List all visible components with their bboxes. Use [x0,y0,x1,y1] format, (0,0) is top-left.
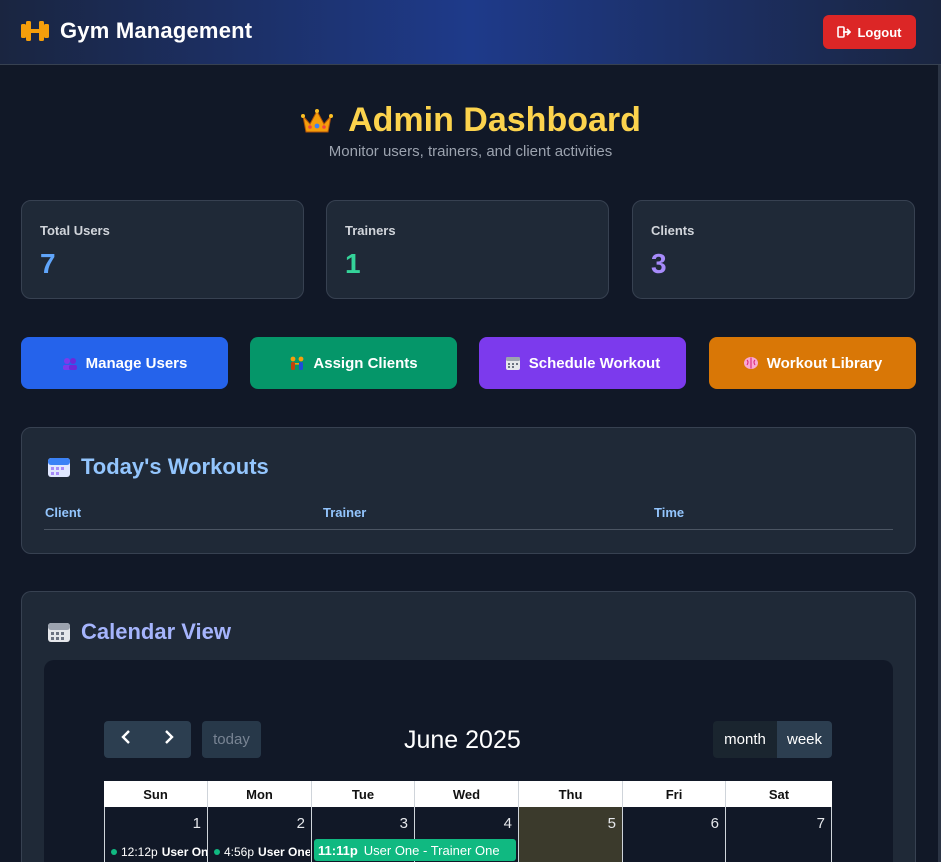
next-month-button[interactable] [147,721,190,758]
assign-clients-button[interactable]: Assign Clients [250,337,457,389]
calendar-icon [47,456,71,478]
stat-value: 1 [345,248,361,279]
stat-card-total-users: Total Users 7 [21,200,304,299]
stat-value: 7 [40,248,56,279]
crown-icon [300,106,334,136]
event-title: User One [258,845,310,859]
prev-month-button[interactable] [104,721,147,758]
people-icon [289,356,305,370]
calendar-panel: Calendar View today June 2025 month week… [21,591,916,862]
day-number: 2 [296,815,305,832]
weekday-header: Thu [519,781,623,807]
calendar-event[interactable]: 12:12p User One [111,845,207,859]
calendar-title-text: Calendar View [81,619,231,644]
schedule-workout-label: Schedule Workout [528,354,661,372]
chevron-left-icon [120,729,132,750]
event-dot-icon [111,849,117,855]
workout-library-button[interactable]: Workout Library [709,337,916,389]
day-number: 7 [816,815,825,832]
day-number: 4 [503,815,512,832]
calendar-icon [505,356,521,370]
chevron-right-icon [163,729,175,750]
page-title: Admin Dashboard [0,101,941,140]
page-subtitle: Monitor users, trainers, and client acti… [328,143,613,160]
stat-label: Clients [651,223,695,238]
month-view-button[interactable]: month [713,721,777,758]
schedule-workout-button[interactable]: Schedule Workout [479,337,686,389]
calendar-title: Calendar View [47,619,231,645]
users-icon [62,356,78,370]
manage-users-label: Manage Users [85,354,188,372]
week-view-button[interactable]: week [777,721,832,758]
calendar-event[interactable]: 4:56p User One [214,845,310,859]
logout-label: Logout [857,24,902,40]
weekday-header: Tue [312,781,415,807]
event-title: User One [161,845,207,859]
weekday-header: Fri [623,781,726,807]
day-cell[interactable]: 2 4:56p User One [208,807,312,862]
calendar-icon [47,621,71,643]
stat-card-clients: Clients 3 [632,200,915,299]
top-navbar: Gym Management Logout [0,0,941,65]
day-number: 3 [399,815,408,832]
dumbbell-icon [20,18,50,44]
page-title-text: Admin Dashboard [348,101,641,139]
day-number: 1 [192,815,201,832]
day-number: 5 [607,815,616,832]
stat-card-trainers: Trainers 1 [326,200,609,299]
app-title: Gym Management [60,18,253,43]
day-cell[interactable]: 6 [623,807,726,862]
day-cell[interactable]: 1 12:12p User One [104,807,208,862]
calendar-grid: Sun Mon Tue Wed Thu Fri Sat 1 12:12p Use… [104,781,832,862]
stat-label: Trainers [345,223,396,238]
logout-button[interactable]: Logout [823,15,916,49]
week-row: 1 12:12p User One 2 4:56p User One [104,807,832,862]
stat-value: 3 [651,248,667,279]
weekday-header: Mon [208,781,312,807]
stat-label: Total Users [40,223,110,238]
weekday-header: Sat [768,786,790,802]
table-header-divider [44,529,893,530]
weekday-header-row: Sun Mon Tue Wed Thu Fri Sat [104,781,832,807]
logout-icon [837,26,852,38]
calendar-month-title: June 2025 [404,726,521,754]
event-time: 11:11p [318,842,358,858]
manage-users-button[interactable]: Manage Users [21,337,228,389]
brand: Gym Management [20,18,252,44]
todays-workouts-panel: Today's Workouts Client Trainer Time [21,427,916,554]
column-header-trainer: Trainer [323,505,367,520]
day-cell[interactable]: 3 11:11p User One - Trainer One [312,807,516,862]
day-cell[interactable]: 4 [415,807,519,862]
event-time: 12:12p [121,845,158,859]
event-time: 4:56p [224,845,255,859]
column-header-time: Time [654,505,685,520]
calendar-view-switch: month week [713,721,832,758]
day-number: 6 [710,815,719,832]
calendar-widget: today June 2025 month week Sun Mon Tue W… [44,660,893,862]
calendar-nav [104,721,191,758]
weekday-header: Wed [415,781,519,807]
assign-clients-label: Assign Clients [313,354,418,372]
day-cell-today[interactable]: 5 [519,807,623,862]
workout-library-label: Workout Library [766,354,883,372]
todays-workouts-title: Today's Workouts [47,454,269,480]
weekday-header: Sun [104,781,208,807]
today-button[interactable]: today [202,721,261,758]
event-dot-icon [214,849,220,855]
column-header-client: Client [45,505,82,520]
day-cell[interactable]: 7 [726,807,832,862]
brain-icon [743,356,759,370]
todays-workouts-title-text: Today's Workouts [81,454,269,479]
